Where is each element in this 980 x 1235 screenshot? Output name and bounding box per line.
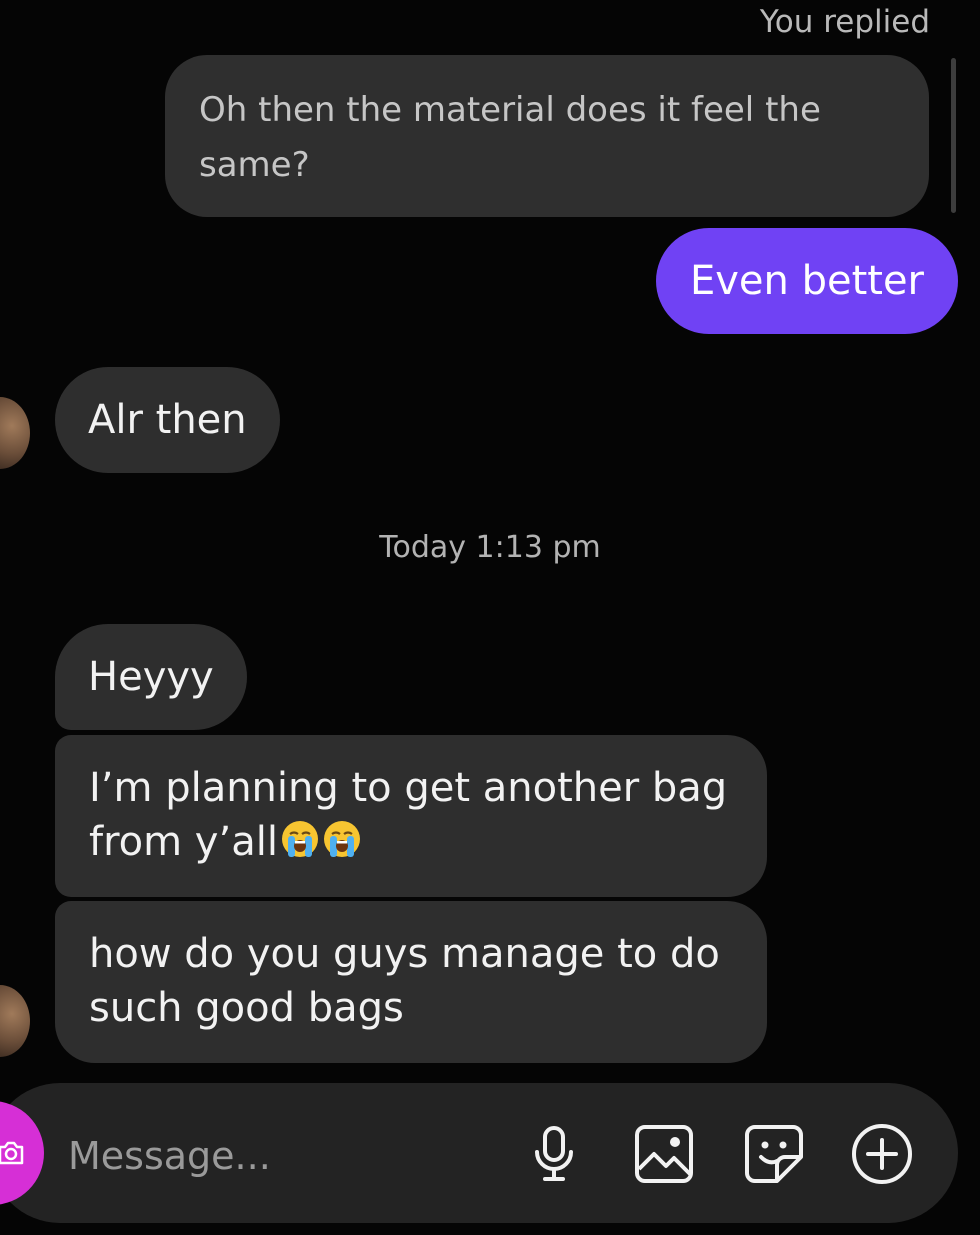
received-message-text: Alr then bbox=[88, 397, 247, 443]
you-replied-label: You replied bbox=[759, 4, 930, 40]
contact-avatar[interactable] bbox=[0, 985, 30, 1057]
sent-message-text: Even better bbox=[689, 258, 924, 304]
more-options-button[interactable] bbox=[848, 1120, 916, 1188]
contact-avatar[interactable] bbox=[0, 397, 30, 469]
reply-indicator-bar bbox=[951, 58, 956, 213]
loudly-crying-face-icon bbox=[281, 821, 318, 857]
loudly-crying-face-icon bbox=[323, 821, 360, 857]
sticker-button[interactable] bbox=[740, 1120, 808, 1188]
gallery-button[interactable] bbox=[630, 1120, 698, 1188]
gallery-icon bbox=[635, 1125, 693, 1183]
received-message-bubble[interactable]: Heyyy bbox=[55, 624, 247, 730]
voice-message-button[interactable] bbox=[520, 1120, 588, 1188]
camera-icon bbox=[0, 1141, 24, 1165]
sent-message-bubble[interactable]: Even better bbox=[655, 228, 958, 334]
message-timestamp: Today 1:13 pm bbox=[379, 530, 601, 565]
received-message-bubble[interactable]: how do you guys manage to do such good b… bbox=[55, 901, 767, 1063]
message-input[interactable] bbox=[68, 1128, 488, 1184]
received-message-text: Heyyy bbox=[88, 654, 214, 700]
received-message-bubble[interactable]: I’m planning to get another bag from y’a… bbox=[55, 735, 767, 897]
microphone-icon bbox=[535, 1126, 573, 1181]
received-message-text: I’m planning to get another bag from y’a… bbox=[89, 765, 728, 865]
quoted-message-bubble[interactable]: Oh then the material does it feel the sa… bbox=[165, 55, 929, 217]
received-message-bubble[interactable]: Alr then bbox=[55, 367, 280, 473]
sticker-icon bbox=[745, 1125, 803, 1183]
received-message-text: how do you guys manage to do such good b… bbox=[89, 931, 720, 1031]
plus-icon bbox=[852, 1124, 912, 1184]
received-message-paragraph: I’m planning to get another bag from y’a… bbox=[89, 761, 733, 869]
quoted-message-text: Oh then the material does it feel the sa… bbox=[199, 90, 821, 185]
